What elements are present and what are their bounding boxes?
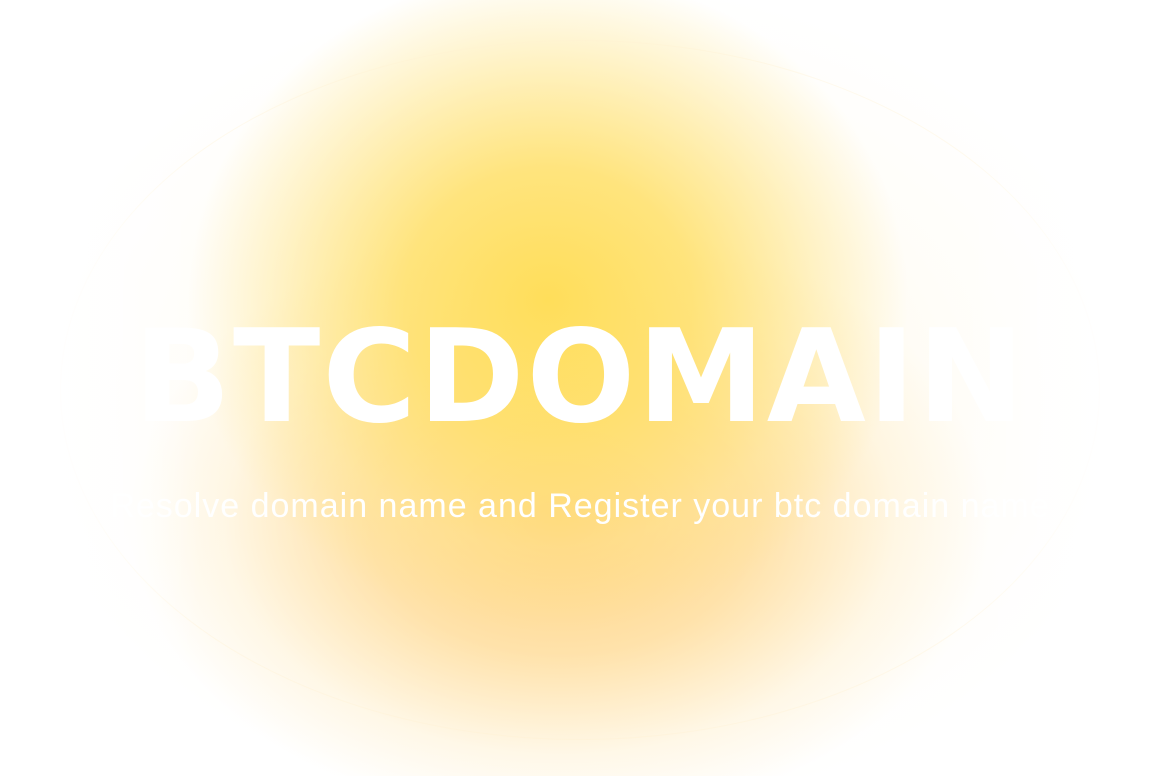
hero-section: BTCDOMAIN Resolve domain name and Regist… [0, 0, 1160, 776]
brand-title: BTCDOMAIN [133, 303, 1027, 452]
hero-tagline: Resolve domain name and Register your bt… [110, 487, 1050, 525]
